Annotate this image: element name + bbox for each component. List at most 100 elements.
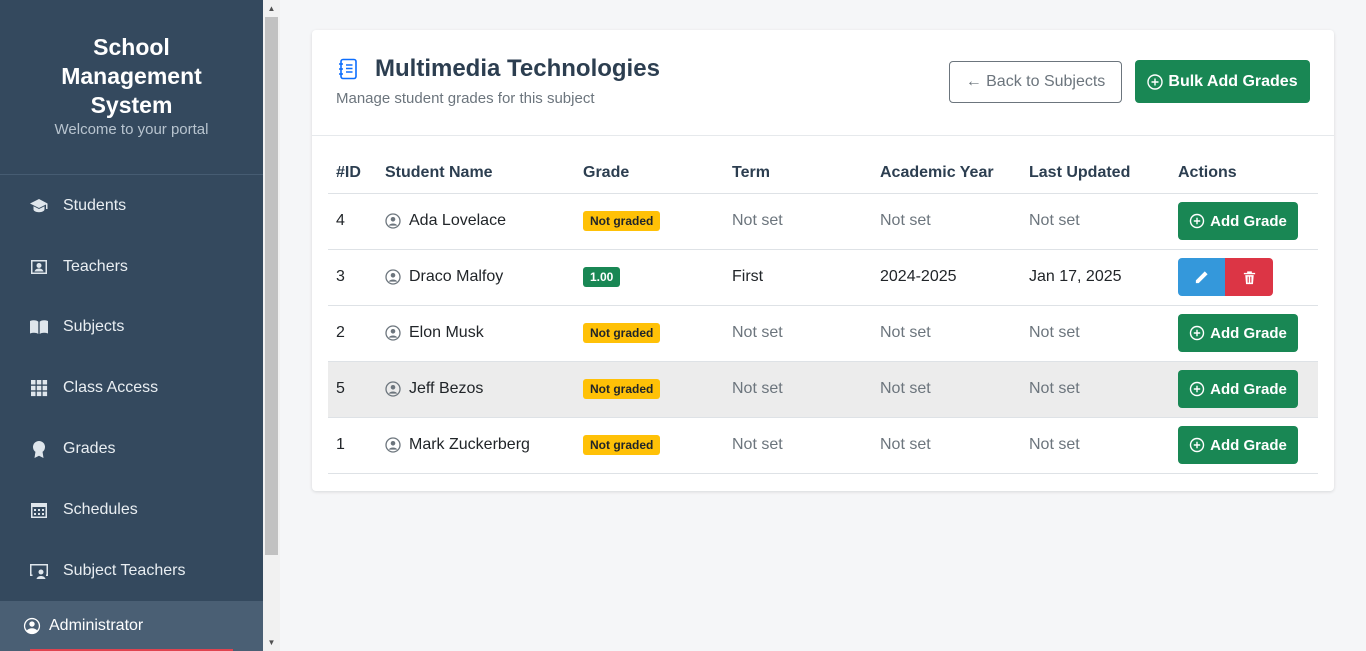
grade-badge: 1.00: [583, 267, 621, 287]
table-header-row: #ID Student Name Grade Term Academic Yea…: [328, 154, 1318, 194]
sidebar: School Management System Welcome to your…: [0, 0, 263, 651]
cell-year: 2024-2025: [872, 249, 1021, 306]
brand-line-1: School: [93, 34, 170, 60]
sidebar-item-label: Teachers: [63, 258, 128, 275]
sidebar-item-subjects[interactable]: Subjects: [0, 307, 263, 347]
add-grade-button[interactable]: Add Grade: [1178, 370, 1298, 408]
cell-year: Not set: [872, 361, 1021, 418]
grade-badge: Not graded: [583, 323, 661, 343]
table-row: 4 Ada Lovelace Not graded Not set Not se…: [328, 193, 1318, 250]
cell-term: Not set: [724, 305, 872, 362]
page-title: Multimedia Technologies: [375, 55, 660, 82]
cell-id: 5: [328, 361, 377, 418]
sidebar-item-label: Subjects: [63, 318, 125, 335]
scroll-thumb[interactable]: [265, 17, 278, 555]
book-icon: [28, 316, 50, 338]
user-menu[interactable]: Administrator: [0, 601, 263, 651]
cell-term: Not set: [724, 193, 872, 250]
col-term: Term: [724, 154, 872, 194]
cell-grade: Not graded: [575, 417, 724, 474]
edit-grade-button[interactable]: [1178, 258, 1225, 296]
plus-circle-icon: [1189, 437, 1205, 453]
cell-term: First: [724, 249, 872, 306]
page-subtitle: Manage student grades for this subject: [336, 90, 595, 107]
table-row: 1 Mark Zuckerberg Not graded Not set Not…: [328, 417, 1318, 474]
sidebar-scrollbar[interactable]: ▲ ▼: [263, 0, 280, 651]
cell-student: Elon Musk: [377, 305, 575, 362]
student-name: Elon Musk: [409, 324, 484, 341]
award-icon: [28, 438, 50, 460]
cell-year: Not set: [872, 193, 1021, 250]
add-grade-label: Add Grade: [1210, 436, 1287, 454]
plus-circle-icon: [1189, 381, 1205, 397]
add-grade-label: Add Grade: [1210, 212, 1287, 230]
journal-icon: [339, 58, 357, 80]
calendar-icon: [28, 499, 50, 521]
cell-updated: Not set: [1021, 417, 1170, 474]
graduation-cap-icon: [28, 195, 50, 217]
cell-term: Not set: [724, 417, 872, 474]
scroll-up-arrow[interactable]: ▲: [263, 0, 280, 17]
bulk-add-grades-button[interactable]: Bulk Add Grades: [1135, 60, 1310, 103]
cell-student: Jeff Bezos: [377, 361, 575, 418]
person-circle-icon: [385, 437, 401, 453]
cell-id: 4: [328, 193, 377, 250]
pencil-icon: [1195, 270, 1208, 283]
add-grade-label: Add Grade: [1210, 324, 1287, 342]
sidebar-item-class-access[interactable]: Class Access: [0, 368, 263, 408]
add-grade-button[interactable]: Add Grade: [1178, 426, 1298, 464]
table-row: 3 Draco Malfoy 1.00 First 2024-2025 Jan …: [328, 249, 1318, 306]
student-name: Mark Zuckerberg: [409, 436, 530, 453]
plus-circle-icon: [1147, 73, 1164, 90]
brand-title: School Management System: [0, 33, 263, 120]
cell-student: Ada Lovelace: [377, 193, 575, 250]
plus-circle-icon: [1189, 213, 1205, 229]
cell-actions: [1170, 249, 1318, 306]
brand: School Management System Welcome to your…: [0, 0, 263, 175]
sidebar-item-teachers[interactable]: Teachers: [0, 247, 263, 287]
person-circle-icon: [23, 617, 41, 635]
delete-grade-button[interactable]: [1225, 258, 1273, 296]
scroll-down-arrow[interactable]: ▼: [263, 634, 280, 651]
bulk-button-label: Bulk Add Grades: [1168, 72, 1298, 90]
cell-grade: Not graded: [575, 305, 724, 362]
cell-actions: Add Grade: [1170, 193, 1318, 250]
add-grade-button[interactable]: Add Grade: [1178, 314, 1298, 352]
grade-badge: Not graded: [583, 379, 661, 399]
grades-card: Multimedia Technologies Manage student g…: [312, 30, 1334, 491]
table-row: 2 Elon Musk Not graded Not set Not set N…: [328, 305, 1318, 362]
person-badge-icon: [28, 256, 50, 278]
add-grade-label: Add Grade: [1210, 380, 1287, 398]
card-header: Multimedia Technologies Manage student g…: [312, 30, 1334, 136]
sidebar-item-schedules[interactable]: Schedules: [0, 490, 263, 530]
cell-id: 3: [328, 249, 377, 306]
grade-badge: Not graded: [583, 211, 661, 231]
back-to-subjects-button[interactable]: ← Back to Subjects: [949, 61, 1122, 103]
cell-actions: Add Grade: [1170, 361, 1318, 418]
sidebar-item-label: Class Access: [63, 379, 159, 396]
sidebar-item-subject-teachers[interactable]: Subject Teachers: [0, 551, 263, 591]
cell-updated: Jan 17, 2025: [1021, 249, 1170, 306]
plus-circle-icon: [1189, 325, 1205, 341]
sidebar-item-label: Grades: [63, 440, 116, 457]
sidebar-item-grades[interactable]: Grades: [0, 429, 263, 469]
person-circle-icon: [385, 381, 401, 397]
cell-year: Not set: [872, 417, 1021, 474]
cell-grade: Not graded: [575, 361, 724, 418]
grid-icon: [28, 377, 50, 399]
student-name: Ada Lovelace: [409, 212, 506, 229]
cell-actions: Add Grade: [1170, 305, 1318, 362]
grades-table: #ID Student Name Grade Term Academic Yea…: [328, 154, 1318, 474]
col-grade: Grade: [575, 154, 724, 194]
cell-grade: 1.00: [575, 249, 724, 306]
sidebar-item-label: Schedules: [63, 501, 138, 518]
cell-id: 2: [328, 305, 377, 362]
cell-term: Not set: [724, 361, 872, 418]
col-student-name: Student Name: [377, 154, 575, 194]
grade-actions-group: [1178, 258, 1318, 296]
brand-line-2: Management: [61, 63, 202, 89]
sidebar-item-students[interactable]: Students: [0, 186, 263, 226]
add-grade-button[interactable]: Add Grade: [1178, 202, 1298, 240]
cell-updated: Not set: [1021, 361, 1170, 418]
student-name: Jeff Bezos: [409, 380, 484, 397]
